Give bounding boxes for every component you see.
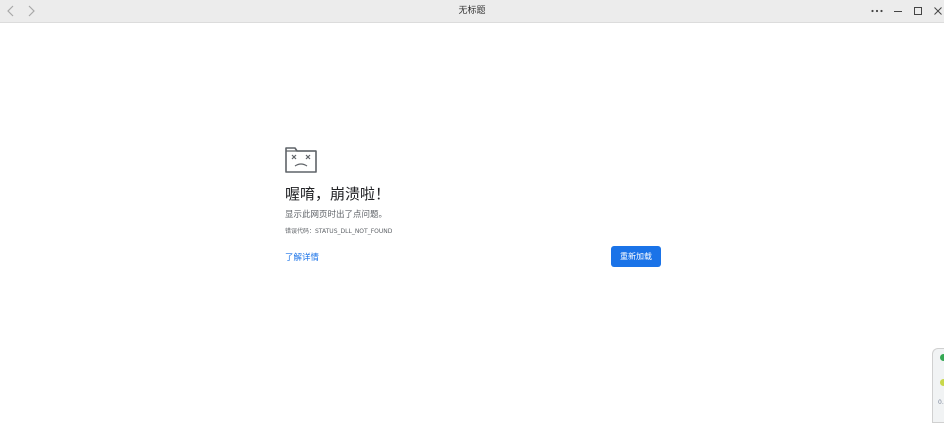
error-code: 错误代码：STATUS_DLL_NOT_FOUND	[285, 228, 393, 235]
reload-button[interactable]: 重新加载	[611, 246, 661, 267]
minimize-button[interactable]	[889, 2, 907, 20]
status-dot-green	[940, 354, 944, 361]
minimize-icon	[894, 11, 902, 12]
more-menu-button[interactable]	[868, 2, 886, 20]
maximize-button[interactable]	[909, 2, 927, 20]
side-widget[interactable]: 0.	[932, 348, 944, 423]
error-description: 显示此网页时出了点问题。	[285, 210, 388, 220]
page-content: 喔唷，崩溃啦！ 显示此网页时出了点问题。 错误代码：STATUS_DLL_NOT…	[0, 23, 944, 423]
learn-more-link[interactable]: 了解详情	[285, 252, 319, 264]
window-title: 无标题	[458, 6, 486, 16]
side-widget-text: 0.	[938, 399, 944, 406]
close-icon	[934, 7, 942, 15]
status-dot-yellow	[940, 379, 944, 386]
title-bar: 无标题	[0, 0, 944, 23]
maximize-icon	[914, 7, 922, 15]
sad-folder-icon	[285, 147, 317, 173]
close-button[interactable]	[929, 2, 944, 20]
error-title: 喔唷，崩溃啦！	[285, 185, 391, 203]
more-horizontal-icon	[871, 9, 883, 13]
